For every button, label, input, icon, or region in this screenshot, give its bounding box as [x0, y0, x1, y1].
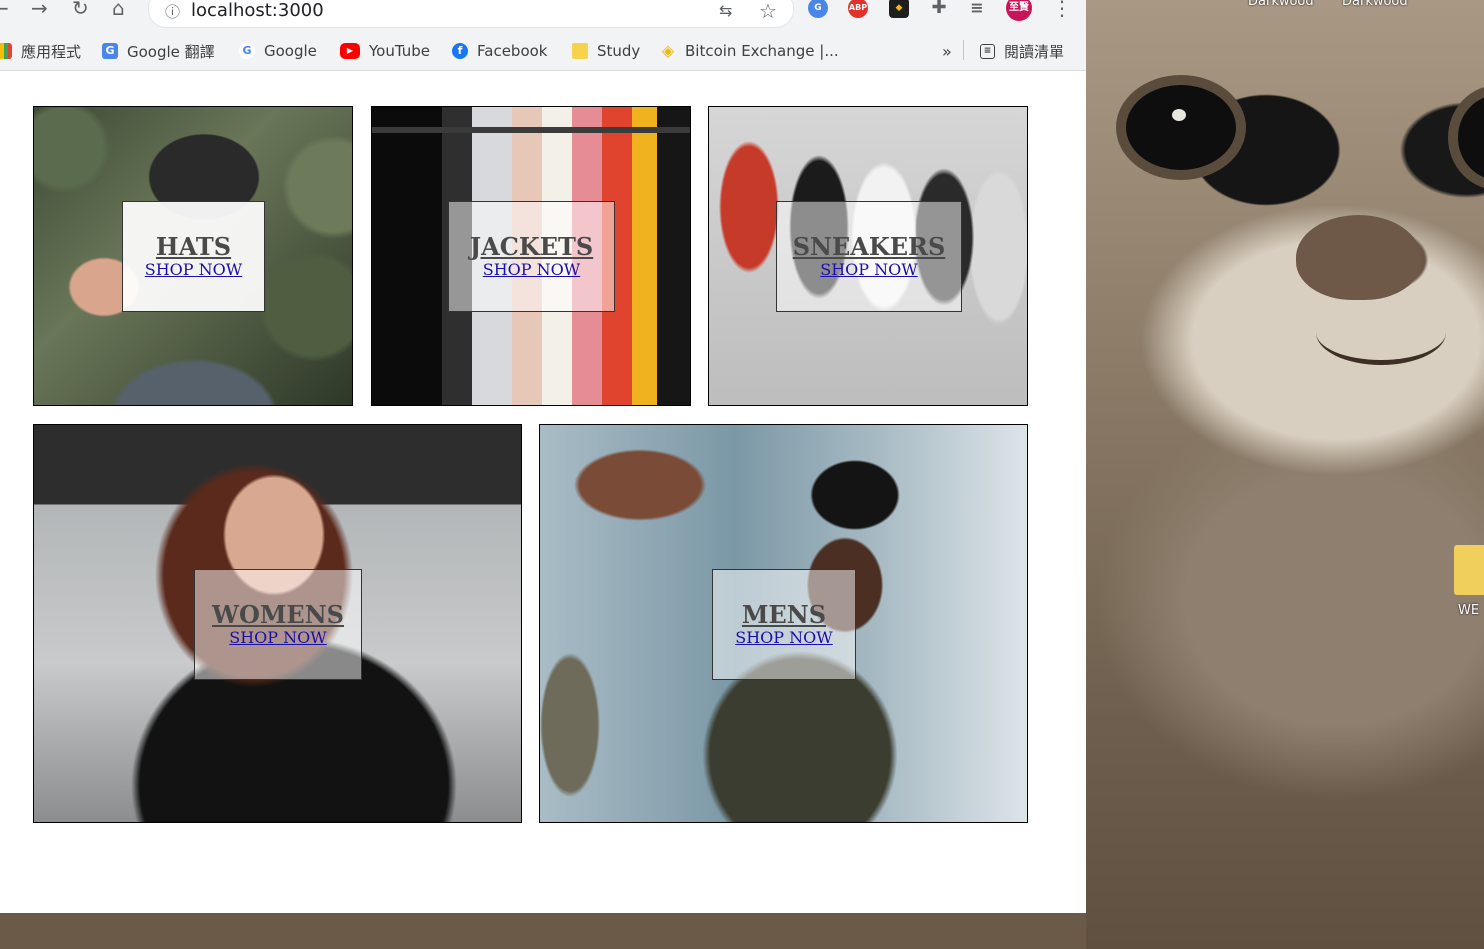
- browser-menu-icon[interactable]: ⋮: [1052, 0, 1072, 20]
- mens-shop-now-link[interactable]: SHOP NOW: [735, 628, 832, 648]
- womens-title[interactable]: WOMENS: [212, 601, 344, 628]
- puzzle-icon[interactable]: ✚: [929, 0, 949, 18]
- menu-item-hats[interactable]: HATS SHOP NOW: [33, 106, 353, 406]
- menu-item-sneakers[interactable]: SNEAKERS SHOP NOW: [708, 106, 1028, 406]
- google-g-icon: G: [239, 43, 255, 59]
- bookmark-label: Google 翻譯: [127, 42, 215, 61]
- bookmark-bitcoin-exchange[interactable]: ◈ Bitcoin Exchange |...: [660, 40, 839, 62]
- profile-avatar[interactable]: 至賢: [1006, 0, 1032, 21]
- otter-eye-left: [1126, 85, 1236, 170]
- jackets-shop-now-link[interactable]: SHOP NOW: [483, 260, 580, 280]
- menu-item-mens[interactable]: MENS SHOP NOW: [539, 424, 1028, 823]
- binance-extension-icon[interactable]: ◆: [889, 0, 909, 18]
- sneakers-shop-now-link[interactable]: SHOP NOW: [820, 260, 917, 280]
- desktop-folder-icon[interactable]: [1454, 545, 1484, 595]
- adblock-plus-icon[interactable]: ABP: [848, 0, 868, 18]
- bookmark-separator: [963, 40, 964, 60]
- hats-shop-now-link[interactable]: SHOP NOW: [145, 260, 242, 280]
- bookmark-apps[interactable]: 應用程式: [0, 40, 81, 62]
- mens-title[interactable]: MENS: [742, 601, 826, 628]
- desktop-wallpaper: Darkwood Darkwood WE: [1086, 0, 1484, 949]
- desktop-folder-label[interactable]: WE: [1458, 603, 1479, 618]
- binance-icon: ◈: [661, 41, 675, 60]
- browser-toolbar: ← → ↻ ⌂ ⓘ localhost:3000 ⇆ ☆ G ABP ◆ ✚ ≡…: [0, 0, 1086, 32]
- jackets-content-panel[interactable]: JACKETS SHOP NOW: [448, 201, 615, 312]
- hats-content-panel[interactable]: HATS SHOP NOW: [122, 201, 265, 312]
- google-translate-icon: G: [102, 43, 118, 59]
- otter-mouth: [1316, 300, 1446, 365]
- bookmark-star-icon[interactable]: ☆: [759, 0, 777, 23]
- forward-icon[interactable]: →: [31, 0, 48, 20]
- bookmark-label: 應用程式: [21, 42, 82, 61]
- bookmarks-bar: 應用程式 G Google 翻譯 G Google ▶ YouTube f Fa…: [0, 32, 1086, 71]
- bookmark-label: Bitcoin Exchange |...: [685, 42, 839, 60]
- menu-item-jackets[interactable]: JACKETS SHOP NOW: [371, 106, 691, 406]
- home-icon[interactable]: ⌂: [112, 0, 125, 20]
- womens-content-panel[interactable]: WOMENS SHOP NOW: [194, 569, 362, 680]
- desktop-item-label[interactable]: Darkwood: [1248, 0, 1314, 9]
- bookmark-google[interactable]: G Google: [239, 40, 317, 62]
- translate-extension-icon[interactable]: G: [808, 0, 828, 18]
- bookmark-label: Study: [597, 42, 641, 60]
- browser-window: ← → ↻ ⌂ ⓘ localhost:3000 ⇆ ☆ G ABP ◆ ✚ ≡…: [0, 0, 1086, 913]
- reading-list-icon: ≡: [980, 43, 995, 59]
- menu-item-womens[interactable]: WOMENS SHOP NOW: [33, 424, 522, 823]
- youtube-icon: ▶: [340, 43, 360, 59]
- reading-list-button[interactable]: ≡ 閱讀清單: [980, 40, 1064, 62]
- address-bar[interactable]: ⓘ localhost:3000 ⇆ ☆: [148, 0, 794, 28]
- more-bookmarks-chevron[interactable]: »: [942, 40, 952, 62]
- bookmark-youtube[interactable]: ▶ YouTube: [340, 40, 430, 62]
- hats-title[interactable]: HATS: [156, 233, 231, 260]
- facebook-icon: f: [452, 43, 468, 59]
- translate-page-icon[interactable]: ⇆: [719, 1, 732, 20]
- womens-shop-now-link[interactable]: SHOP NOW: [229, 628, 326, 648]
- mens-content-panel[interactable]: MENS SHOP NOW: [712, 569, 856, 680]
- bookmark-label: Facebook: [477, 42, 548, 60]
- otter-eye-right: [1458, 95, 1484, 180]
- sneakers-content-panel[interactable]: SNEAKERS SHOP NOW: [776, 201, 962, 312]
- site-info-icon[interactable]: ⓘ: [165, 1, 180, 22]
- jackets-title[interactable]: JACKETS: [470, 233, 593, 260]
- reading-list-label: 閱讀清單: [1004, 42, 1065, 61]
- folder-icon: [572, 43, 588, 59]
- bookmark-study-folder[interactable]: Study: [572, 40, 640, 62]
- back-icon[interactable]: ←: [0, 0, 9, 20]
- sneakers-title[interactable]: SNEAKERS: [793, 233, 946, 260]
- bookmark-google-translate[interactable]: G Google 翻譯: [102, 40, 215, 62]
- directory-menu: HATS SHOP NOW JACKETS SHOP NOW SNEAKERS …: [0, 71, 1086, 913]
- bookmark-label: Google: [264, 42, 317, 60]
- bookmark-label: YouTube: [369, 42, 430, 60]
- otter-nose: [1296, 215, 1421, 300]
- apps-grid-icon: [0, 43, 12, 59]
- address-url[interactable]: localhost:3000: [191, 0, 324, 21]
- desktop-item-label[interactable]: Darkwood: [1342, 0, 1408, 9]
- media-icon[interactable]: ≡: [967, 0, 987, 18]
- reload-icon[interactable]: ↻: [72, 0, 89, 20]
- bookmark-facebook[interactable]: f Facebook: [452, 40, 547, 62]
